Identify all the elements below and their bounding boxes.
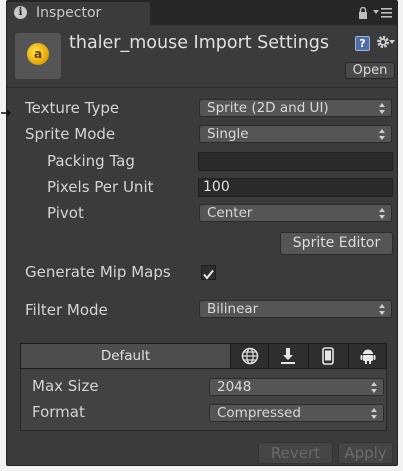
pivot-label: Pivot — [47, 204, 84, 222]
asset-thumbnail: a — [15, 33, 61, 79]
android-icon — [360, 349, 376, 364]
pixels-per-unit-field[interactable]: 100 — [198, 178, 393, 197]
filter-mode-label: Filter Mode — [25, 301, 108, 319]
tab-standalone[interactable] — [269, 344, 309, 368]
texture-type-label: Texture Type — [25, 99, 120, 117]
packing-tag-field[interactable] — [198, 152, 393, 171]
sprite-mode-label: Sprite Mode — [25, 125, 116, 143]
filter-mode-dropdown[interactable]: Bilinear — [199, 300, 392, 318]
platform-settings: Max Size 2048 Format Compressed — [20, 369, 387, 431]
tab-default[interactable]: Default — [21, 344, 231, 368]
tab-title: Inspector — [36, 5, 102, 21]
format-label: Format — [32, 403, 85, 421]
tab-menu-icon[interactable] — [373, 7, 393, 19]
coin-icon: a — [27, 43, 49, 65]
dropdown-arrows-icon — [379, 129, 385, 140]
dropdown-arrows-icon — [371, 408, 377, 419]
info-icon: i — [14, 6, 27, 19]
generate-mip-maps-checkbox[interactable] — [201, 265, 216, 280]
tab-inspector[interactable]: i Inspector — [7, 2, 150, 25]
filter-mode-value: Bilinear — [207, 301, 259, 317]
max-size-value: 2048 — [217, 379, 252, 395]
pixels-per-unit-label: Pixels Per Unit — [47, 178, 154, 196]
format-value: Compressed — [217, 405, 301, 421]
inspector-panel: i Inspector a thaler_mouse Import Settin… — [1, 0, 398, 466]
texture-type-dropdown[interactable]: Sprite (2D and UI) — [199, 99, 392, 117]
tab-ios[interactable] — [309, 344, 349, 368]
apply-button[interactable]: Apply — [338, 442, 393, 464]
open-button[interactable]: Open — [345, 62, 395, 79]
sprite-mode-value: Single — [207, 126, 249, 142]
sprite-mode-dropdown[interactable]: Single — [199, 125, 392, 143]
tab-bar: i Inspector — [7, 1, 397, 25]
header-divider — [7, 87, 397, 88]
max-size-label: Max Size — [32, 377, 99, 395]
globe-icon — [241, 347, 259, 365]
revert-button[interactable]: Revert — [258, 442, 333, 464]
tab-web[interactable] — [231, 344, 269, 368]
help-icon[interactable]: ? — [355, 36, 370, 51]
lock-icon[interactable] — [358, 7, 368, 19]
dropdown-arrows-icon — [379, 304, 385, 315]
gear-icon[interactable] — [376, 34, 396, 52]
sprite-editor-button[interactable]: Sprite Editor — [280, 232, 393, 255]
tab-android[interactable] — [349, 344, 386, 368]
download-icon — [281, 348, 295, 364]
dropdown-arrows-icon — [379, 103, 385, 114]
dropdown-arrows-icon — [371, 382, 377, 393]
platform-tab-bar: Default — [20, 343, 387, 369]
dropdown-arrows-icon — [379, 208, 385, 219]
texture-type-value: Sprite (2D and UI) — [207, 100, 329, 116]
packing-tag-label: Packing Tag — [47, 152, 135, 170]
pivot-value: Center — [207, 205, 253, 221]
mouse-cursor-icon — [1, 109, 12, 117]
format-dropdown[interactable]: Compressed — [209, 404, 384, 422]
page-title: thaler_mouse Import Settings — [69, 33, 329, 53]
max-size-dropdown[interactable]: 2048 — [209, 378, 384, 396]
pivot-dropdown[interactable]: Center — [199, 204, 392, 222]
generate-mip-maps-label: Generate Mip Maps — [25, 263, 171, 281]
checkmark-icon — [203, 269, 214, 280]
mobile-icon — [322, 347, 334, 365]
